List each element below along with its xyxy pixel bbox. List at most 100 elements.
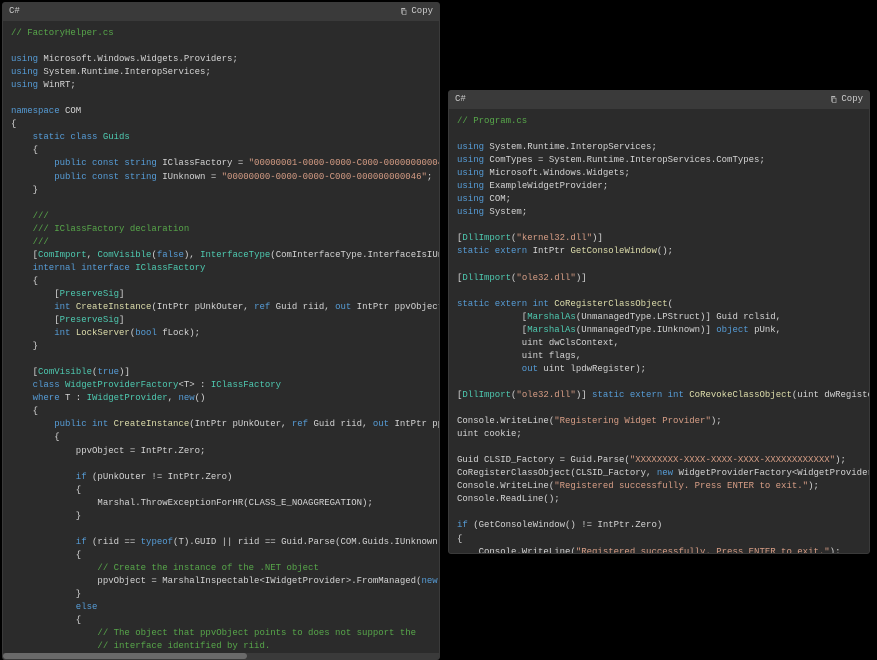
code-t: DllImport (462, 273, 511, 283)
code-t: , (87, 250, 98, 260)
code-t: ), (184, 250, 200, 260)
code-t: ); (835, 455, 846, 465)
code-t: "Registering Widget Provider" (554, 416, 711, 426)
code-t: bool (135, 328, 157, 338)
code-t: [ (11, 289, 60, 299)
code-t: WidgetProviderFactory<WidgetProvider>(),… (673, 468, 869, 478)
code-t: "00000000-0000-0000-C000-000000000046" (222, 172, 427, 182)
language-label: C# (9, 5, 20, 18)
code-t: pUnk, (749, 325, 781, 335)
code-t: new (657, 468, 673, 478)
code-t: (T).GUID || riid == Guid.Parse(COM.Guids… (173, 537, 439, 547)
code-t: System.Runtime.InteropServices; (38, 67, 211, 77)
copy-label: Copy (411, 5, 433, 18)
code-header-right: C# Copy (449, 91, 869, 109)
code-t: Console.WriteLine( (457, 416, 554, 426)
code-body-right[interactable]: // Program.cs using System.Runtime.Inter… (449, 109, 869, 553)
code-t: (IntPtr pUnkOuter, (189, 419, 292, 429)
code-t: (UnmanagedType.LPStruct)] Guid rclsid, (576, 312, 781, 322)
code-t: } (11, 185, 38, 195)
copy-button[interactable]: Copy (399, 5, 433, 18)
code-t: namespace (11, 106, 60, 116)
code-t: System.Runtime.InteropServices; (484, 142, 657, 152)
code-body-left[interactable]: // FactoryHelper.cs using Microsoft.Wind… (3, 21, 439, 653)
code-t: { (11, 432, 60, 442)
code-t: int (11, 302, 70, 312)
code-t: /// IClassFactory declaration (11, 224, 189, 234)
code-t: ] (119, 315, 124, 325)
code-t: int (11, 328, 70, 338)
code-t: // The object that ppvObject points to d… (11, 628, 416, 638)
code-t: IntPtr ppvObject); (351, 302, 439, 312)
code-header-left: C# Copy (3, 3, 439, 21)
copy-icon (829, 95, 838, 104)
code-t: CreateInstance (70, 302, 151, 312)
code-t: IntPtr (527, 246, 570, 256)
code-t: public int (11, 419, 108, 429)
code-t: IClassFactory (130, 263, 206, 273)
code-t: <T> : (178, 380, 210, 390)
code-t: if (11, 537, 87, 547)
code-t: out (457, 364, 538, 374)
code-t: // Create the instance of the .NET objec… (11, 563, 319, 573)
code-t: ppvObject = MarshalInspectable<IWidgetPr… (11, 576, 421, 586)
code-t: )] (119, 367, 130, 377)
code-t: ; (427, 172, 432, 182)
copy-label: Copy (841, 93, 863, 106)
code-t: static extern (457, 246, 527, 256)
code-t: /// (11, 211, 54, 221)
code-t: (IntPtr pUnkOuter, (151, 302, 254, 312)
code-t: new (178, 393, 194, 403)
code-t: "ole32.dll" (516, 273, 575, 283)
code-t: if (11, 472, 87, 482)
code-t: , (168, 393, 179, 403)
code-t: ComVisible (38, 367, 92, 377)
code-t: static extern int (457, 299, 549, 309)
code-t: [ (11, 367, 38, 377)
code-t: } (11, 511, 81, 521)
code-line: // FactoryHelper.cs (11, 28, 114, 38)
code-t: IUnknown = (157, 172, 222, 182)
code-t: GetConsoleWindow (570, 246, 656, 256)
copy-icon (399, 7, 408, 16)
code-t: () (195, 393, 206, 403)
code-t: (); (657, 246, 673, 256)
code-t: PreserveSig (60, 289, 119, 299)
code-t: ComVisible (97, 250, 151, 260)
code-t: (GetConsoleWindow() != IntPtr.Zero) (468, 520, 662, 530)
horizontal-scrollbar[interactable] (3, 653, 439, 659)
code-t: (uint dwRegister); (792, 390, 869, 400)
code-t: MarshalAs (527, 312, 576, 322)
code-t: { (11, 615, 81, 625)
code-t: using (11, 80, 38, 90)
code-panel-right: C# Copy // Program.cs using System.Runti… (448, 90, 870, 554)
code-t: PreserveSig (60, 315, 119, 325)
code-t: { (11, 145, 38, 155)
code-t: Marshal.ThrowExceptionForHR(CLASS_E_NOAG… (11, 498, 373, 508)
code-t: T : (60, 393, 87, 403)
code-t: IntPtr ppvObject) (389, 419, 439, 429)
code-t: Microsoft.Windows.Widgets; (484, 168, 630, 178)
code-t: ); (808, 481, 819, 491)
code-t: uint lpdwRegister); (538, 364, 646, 374)
code-t: { (11, 485, 81, 495)
code-t: ComTypes = System.Runtime.InteropService… (484, 155, 765, 165)
code-t: (riid == (87, 537, 141, 547)
code-t: ); (711, 416, 722, 426)
code-t: ExampleWidgetProvider; (484, 181, 608, 191)
code-t: public const string (11, 172, 157, 182)
code-t: if (457, 520, 468, 530)
code-t: "XXXXXXXX-XXXX-XXXX-XXXX-XXXXXXXXXXXX" (630, 455, 835, 465)
code-t: ( (668, 299, 673, 309)
code-t: typeof (141, 537, 173, 547)
code-t: using (457, 181, 484, 191)
scrollbar-thumb[interactable] (3, 653, 247, 659)
copy-button[interactable]: Copy (829, 93, 863, 106)
code-t: using (11, 54, 38, 64)
code-t: "Registered successfully. Press ENTER to… (576, 547, 830, 553)
code-t: Guids (97, 132, 129, 142)
code-t: Microsoft.Windows.Widgets.Providers; (38, 54, 238, 64)
code-t: { (11, 276, 38, 286)
code-t: (ComInterfaceType.InterfaceIsIUnknown), (270, 250, 439, 260)
code-t: IClassFactory = (157, 158, 249, 168)
